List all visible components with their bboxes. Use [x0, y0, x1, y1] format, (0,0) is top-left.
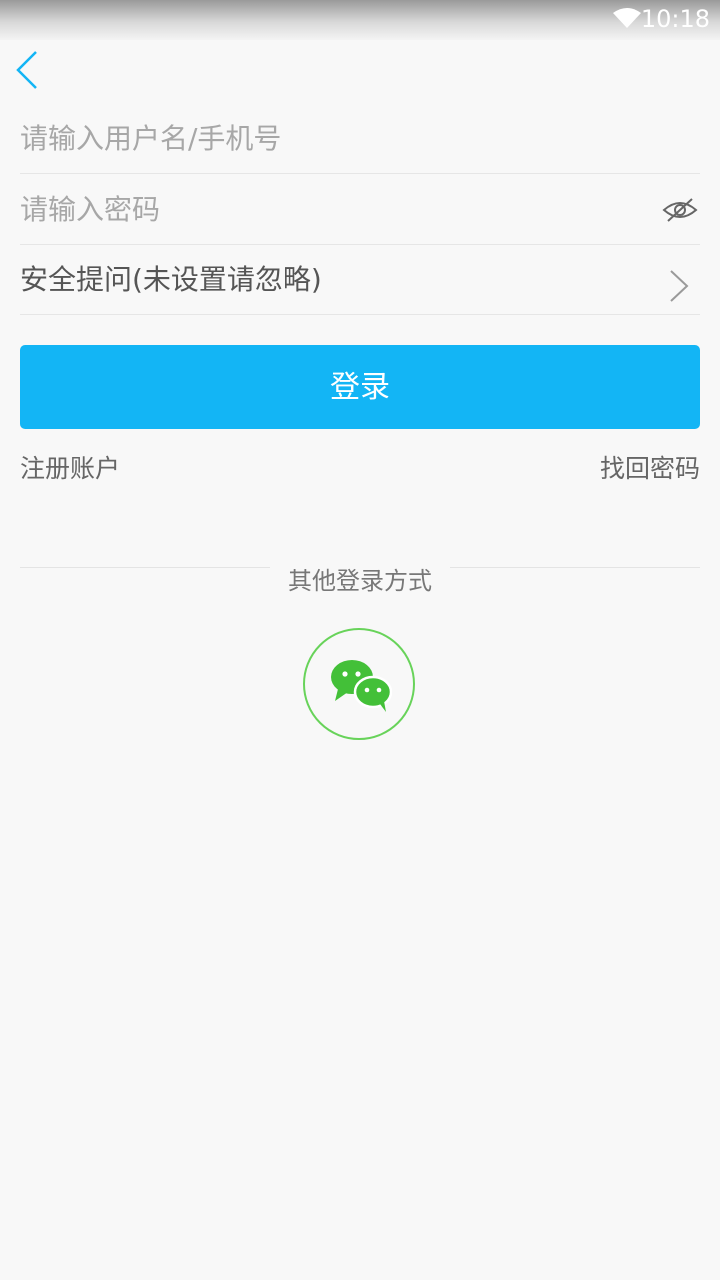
- wechat-icon: [331, 660, 392, 712]
- password-input[interactable]: [20, 174, 640, 244]
- wechat-login-button[interactable]: [303, 628, 415, 740]
- eye-hidden-icon[interactable]: [662, 195, 698, 225]
- chevron-right-icon: [670, 270, 689, 302]
- status-bar: 10:18: [0, 0, 720, 40]
- register-link[interactable]: 注册账户: [20, 449, 120, 485]
- status-time: 10:18: [640, 5, 710, 33]
- security-question-label: 安全提问(未设置请忽略): [20, 263, 322, 296]
- username-field-row: [20, 103, 700, 174]
- wifi-icon: [613, 8, 641, 28]
- password-field-row: [20, 174, 700, 245]
- username-input[interactable]: [20, 103, 640, 173]
- other-login-title: 其他登录方式: [288, 567, 432, 595]
- login-button[interactable]: 登录: [20, 345, 700, 429]
- security-question-row[interactable]: 安全提问(未设置请忽略): [20, 244, 700, 315]
- back-button[interactable]: [10, 48, 50, 92]
- chevron-left-icon: [16, 51, 37, 89]
- forgot-password-link[interactable]: 找回密码: [600, 449, 700, 485]
